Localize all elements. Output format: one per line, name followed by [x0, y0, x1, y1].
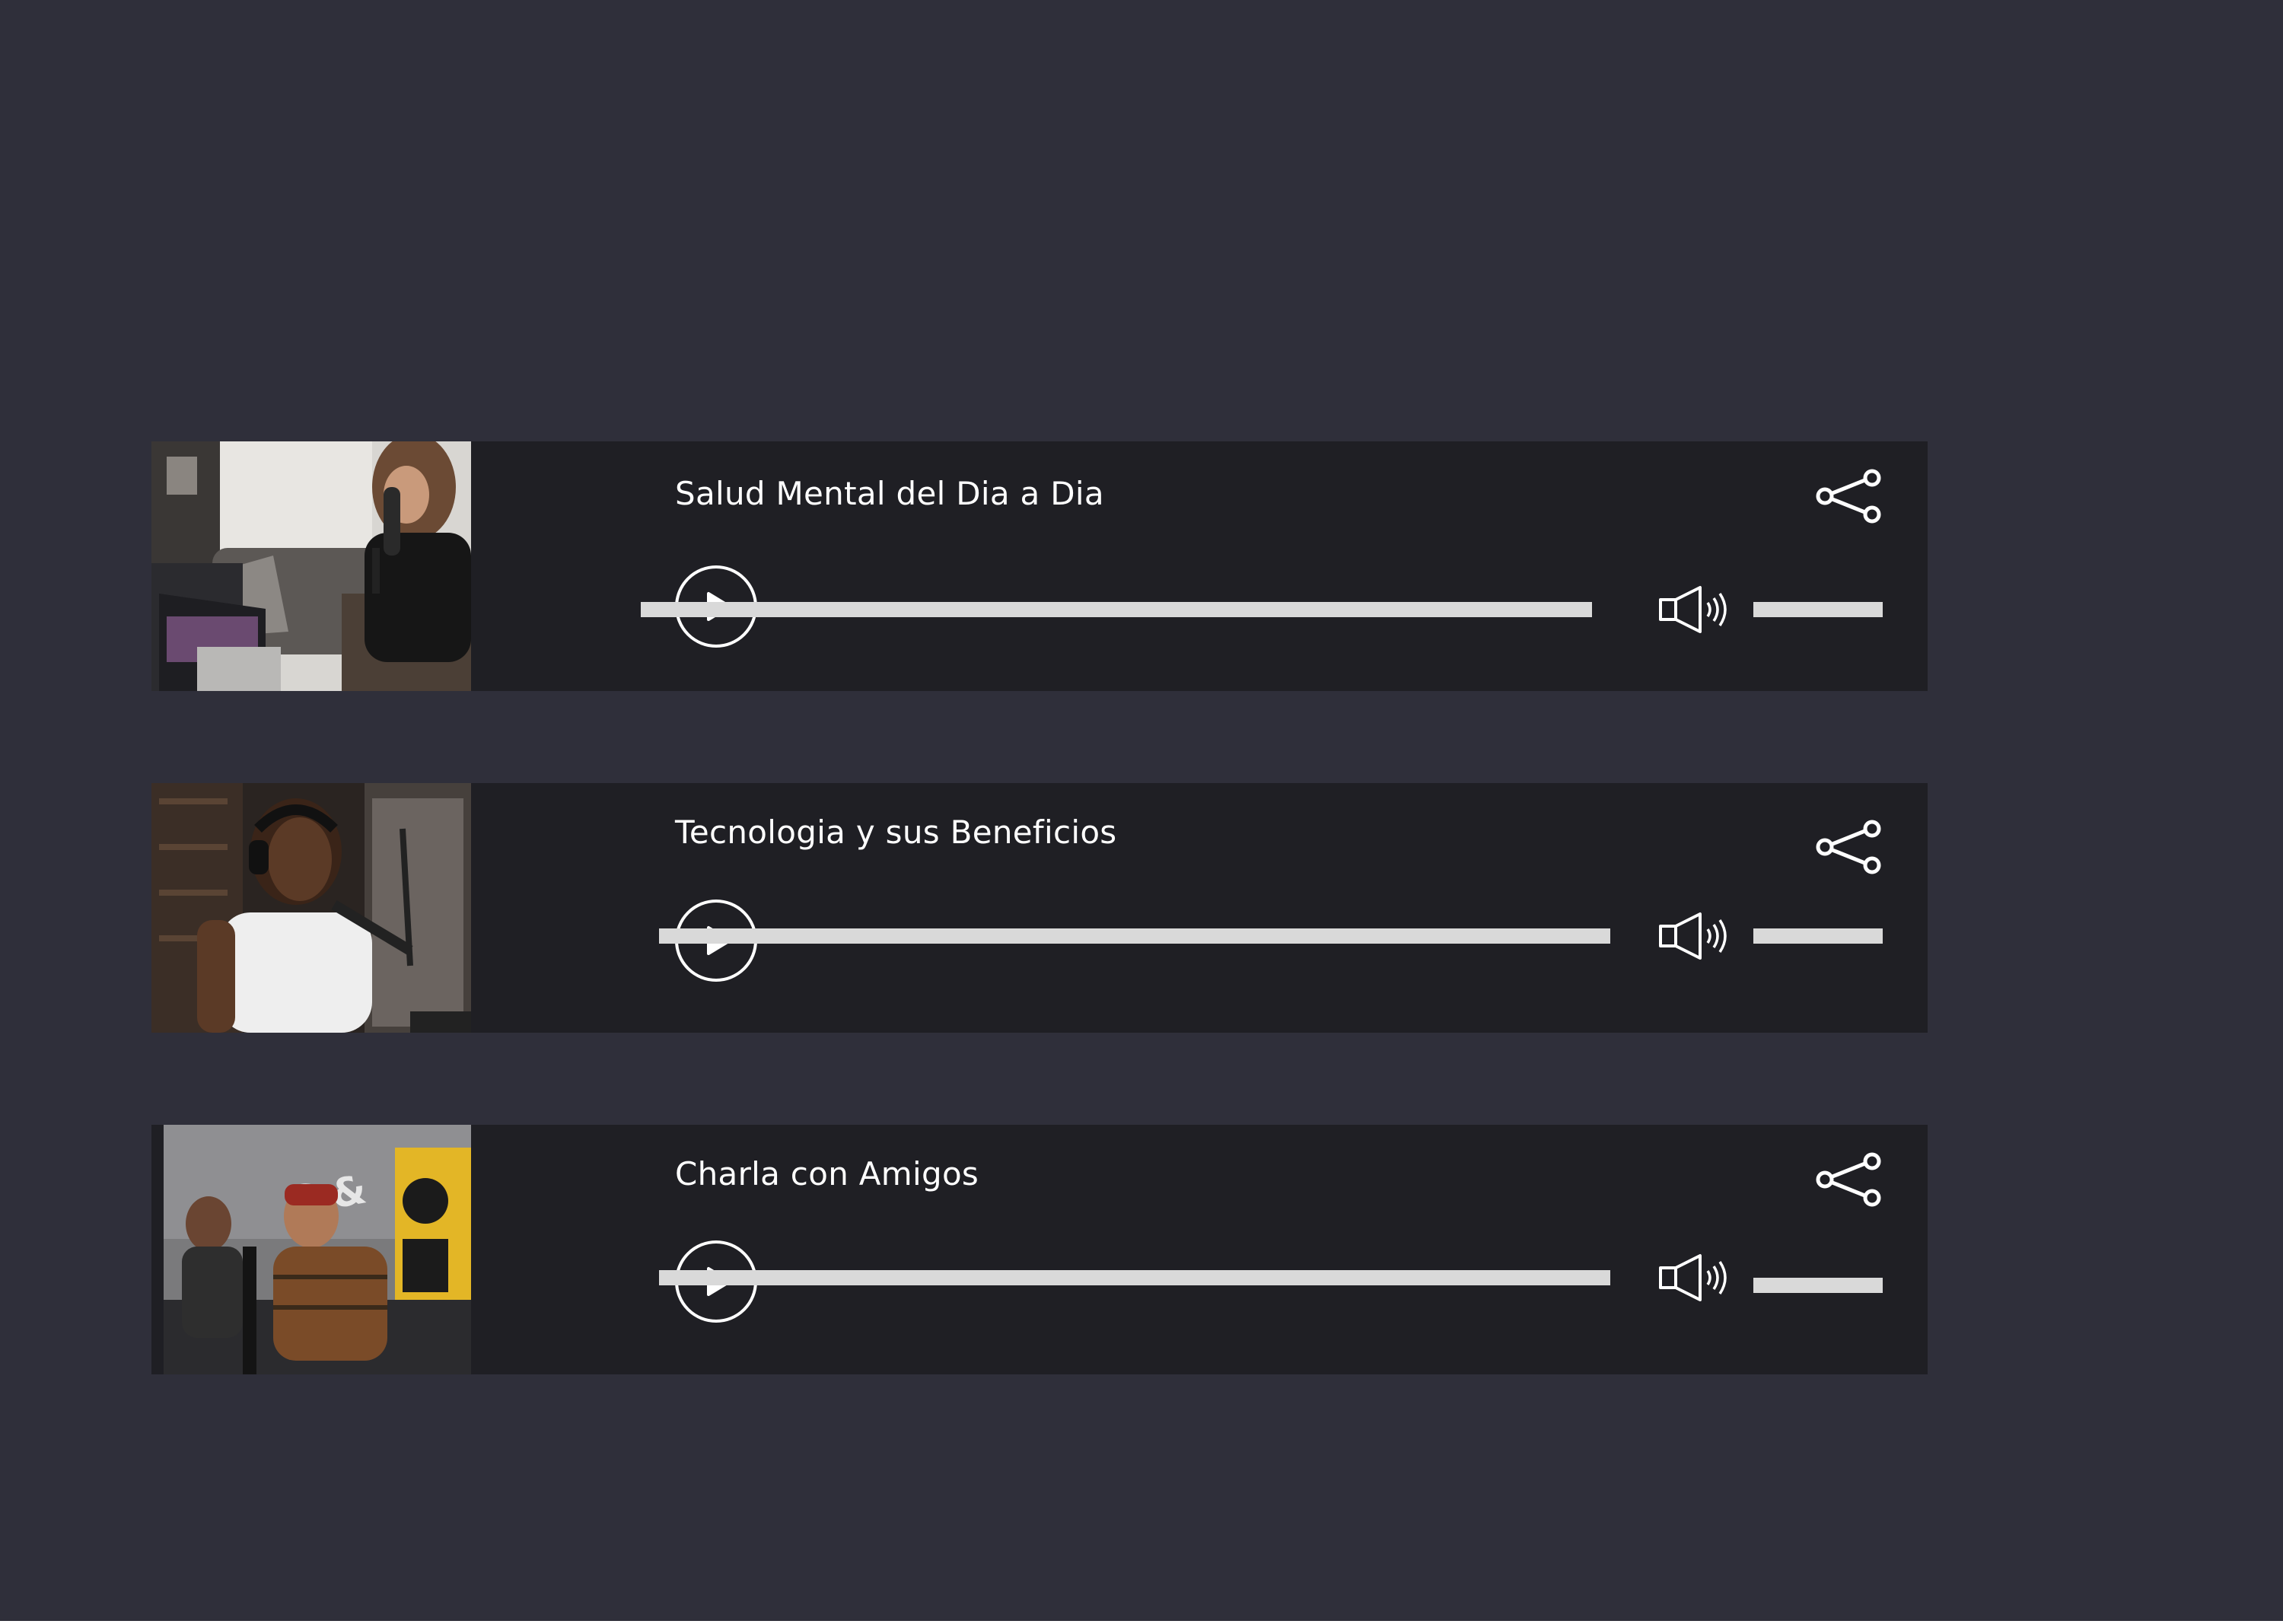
episode-title: Charla con Amigos — [675, 1155, 979, 1193]
episode-title: Tecnologia y sus Beneficios — [675, 814, 1117, 851]
episode-thumbnail — [151, 441, 471, 691]
audio-player-2: Tecnologia y sus Beneficios — [151, 783, 1928, 1033]
episode-thumbnail — [151, 783, 471, 1033]
episode-title: Salud Mental del Dia a Dia — [675, 475, 1104, 512]
speaker-volume-icon[interactable] — [1657, 911, 1734, 961]
speaker-volume-icon[interactable] — [1657, 584, 1734, 635]
share-icon[interactable] — [1814, 820, 1883, 874]
share-icon[interactable] — [1814, 469, 1883, 524]
audio-player-3: G & Charla con Amigos — [151, 1125, 1928, 1374]
progress-bar[interactable] — [641, 602, 1592, 617]
audio-player-1: Salud Mental del Dia a Dia — [151, 441, 1928, 691]
episode-thumbnail: G & — [151, 1125, 471, 1374]
volume-slider[interactable] — [1753, 602, 1883, 617]
progress-bar[interactable] — [659, 1270, 1610, 1285]
page-bottom-edge — [0, 1621, 2283, 1624]
volume-slider[interactable] — [1753, 928, 1883, 944]
speaker-volume-icon[interactable] — [1657, 1253, 1734, 1303]
share-icon[interactable] — [1814, 1152, 1883, 1207]
progress-bar[interactable] — [659, 928, 1610, 944]
volume-slider[interactable] — [1753, 1278, 1883, 1293]
